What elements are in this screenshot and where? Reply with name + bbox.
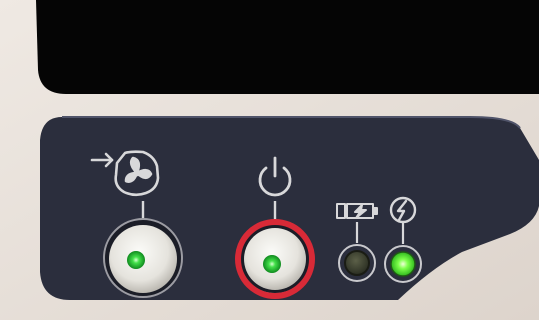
mains-indicator-led — [384, 245, 422, 283]
ventilation-button[interactable] — [103, 218, 183, 298]
device-photo — [0, 0, 539, 320]
power-led — [263, 255, 281, 273]
ventilation-led — [127, 251, 145, 269]
display-screen — [36, 0, 539, 94]
battery-indicator-led — [338, 244, 376, 282]
